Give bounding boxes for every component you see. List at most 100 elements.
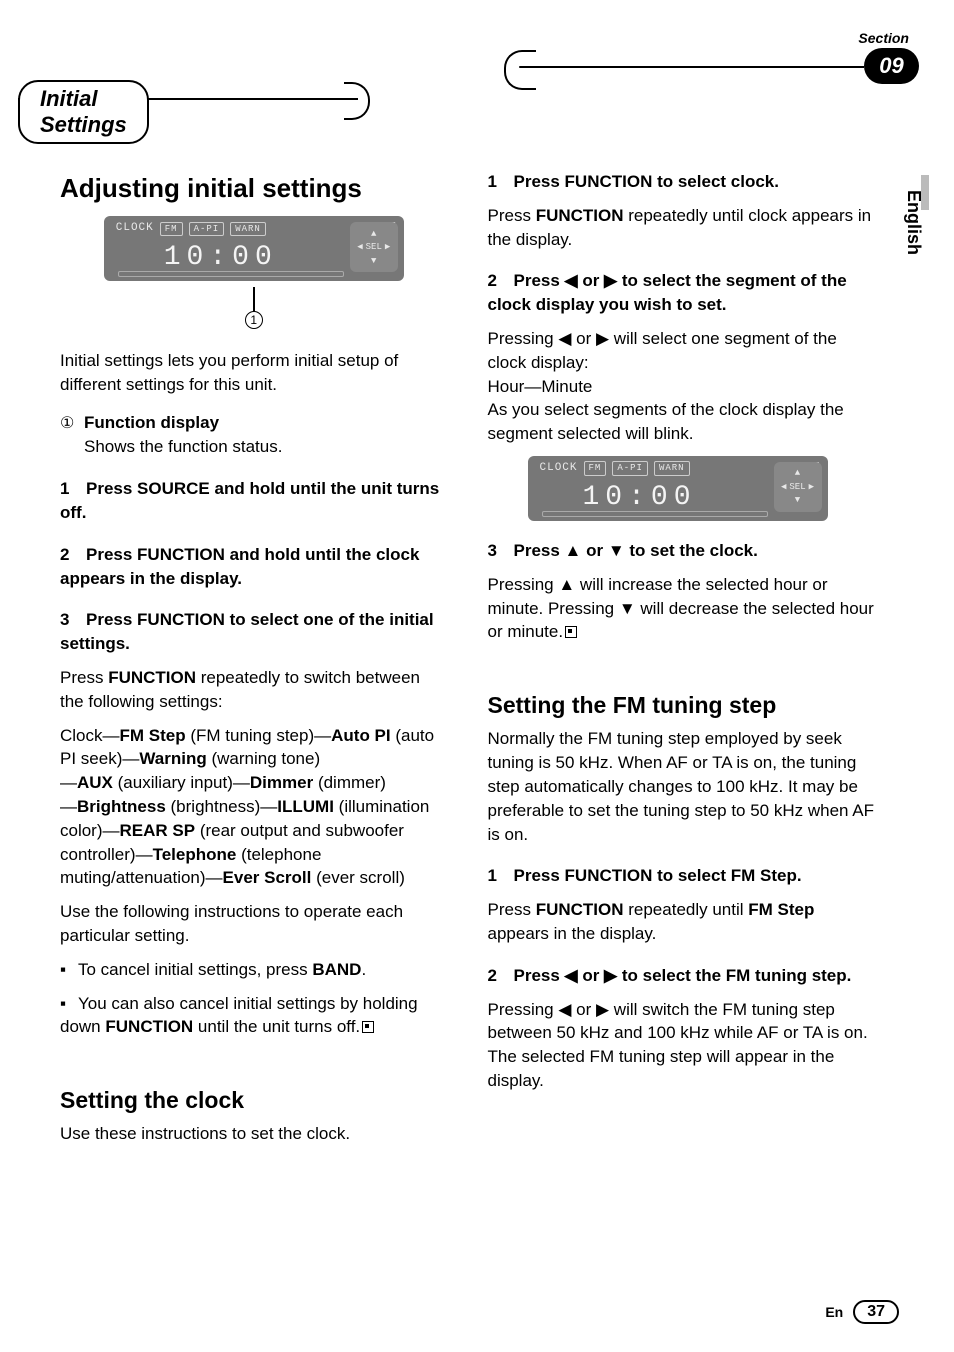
definition-1-desc: Shows the function status. <box>84 435 448 459</box>
section-number-badge: 09 <box>864 48 919 84</box>
settings-warning: Warning <box>139 749 206 768</box>
function-word: FUNCTION <box>536 206 624 225</box>
settings-text: (brightness)— <box>166 797 277 816</box>
bullet-2: ▪You can also cancel initial settings by… <box>60 992 448 1040</box>
clock-step-3: 3Press ▲ or ▼ to set the clock. <box>488 539 876 563</box>
body-text: Pressing ▲ will increase the selected ho… <box>488 575 874 642</box>
up-arrow-icon: ▲ <box>371 228 376 241</box>
clock-step-1-number: 1 <box>488 170 514 194</box>
fm-step-2-text: Press ◀ or ▶ to select the FM tuning ste… <box>514 966 852 985</box>
settings-text: (auxiliary input)— <box>113 773 250 792</box>
up-arrow-icon: ▲ <box>795 467 800 480</box>
function-word: FUNCTION <box>105 1017 193 1036</box>
definition-1-term: Function display <box>84 413 219 432</box>
settings-fmstep: FM Step <box>120 726 186 745</box>
heading-setting-fm-tuning-step: Setting the FM tuning step <box>488 689 876 721</box>
fm-icon-label: FM <box>160 222 183 237</box>
step-2: 2Press FUNCTION and hold until the clock… <box>60 543 448 591</box>
fm-step-1-number: 1 <box>488 864 514 888</box>
clock-step-1: 1Press FUNCTION to select clock. <box>488 170 876 194</box>
api-icon-label: A-PI <box>612 461 648 476</box>
fm-intro: Normally the FM tuning step employed by … <box>488 727 876 846</box>
function-word: FUNCTION <box>536 900 624 919</box>
step-3-text: Press FUNCTION to select one of the init… <box>60 610 434 653</box>
settings-autopi: Auto PI <box>331 726 391 745</box>
header-rule-right <box>519 66 864 68</box>
definition-1: ①Function display Shows the function sta… <box>60 411 448 459</box>
settings-telephone: Telephone <box>153 845 237 864</box>
right-column: 1Press FUNCTION to select clock. Press F… <box>488 170 876 1156</box>
fm-step-2-number: 2 <box>488 964 514 988</box>
settings-text: — <box>60 773 77 792</box>
step-1-number: 1 <box>60 477 86 501</box>
display-right-controls: ▲ ◀ SEL ▶ ▼ <box>774 462 822 512</box>
end-of-section-icon <box>565 626 577 638</box>
clock-step-2-segments: Hour—Minute <box>488 375 876 399</box>
clock-icon-label: CLOCK <box>116 221 154 236</box>
settings-brightness: Brightness <box>77 797 166 816</box>
section-label: Section <box>858 30 909 46</box>
body-text: appears in the display. <box>488 924 657 943</box>
clock-step-2-body: Pressing ◀ or ▶ will select one segment … <box>488 327 876 375</box>
page-footer: En 37 <box>825 1300 899 1324</box>
clock-step-3-number: 3 <box>488 539 514 563</box>
step-1: 1Press SOURCE and hold until the unit tu… <box>60 477 448 525</box>
clock-step-2-text: Press ◀ or ▶ to select the segment of th… <box>488 271 847 314</box>
settings-text: Clock— <box>60 726 120 745</box>
settings-text: (dimmer) <box>313 773 386 792</box>
language-tab: English <box>894 190 924 310</box>
step-3: 3Press FUNCTION to select one of the ini… <box>60 608 448 656</box>
down-arrow-icon: ▼ <box>795 494 800 507</box>
display-right-controls: ▲ ◀ SEL ▶ ▼ <box>350 222 398 272</box>
left-arrow-icon: ◀ <box>781 481 786 494</box>
fm-icon-label: FM <box>584 461 607 476</box>
warn-icon-label: WARN <box>654 461 690 476</box>
step-3-body-a: Press <box>60 668 108 687</box>
bullet-square-icon: ▪ <box>60 992 78 1016</box>
warn-icon-label: WARN <box>230 222 266 237</box>
fm-step-1: 1Press FUNCTION to select FM Step. <box>488 864 876 888</box>
footer-language: En <box>825 1304 843 1320</box>
function-word: FUNCTION <box>108 668 196 687</box>
fm-step-1-text: Press FUNCTION to select FM Step. <box>514 866 802 885</box>
step-3-body: Press FUNCTION repeatedly to switch betw… <box>60 666 448 714</box>
footer-page-number: 37 <box>853 1300 899 1324</box>
display-progress-bar <box>118 271 344 277</box>
definition-1-number: ① <box>60 413 84 435</box>
content-area: Adjusting initial settings CLOCK FM A-PI… <box>60 170 875 1156</box>
band-word: BAND <box>312 960 361 979</box>
step-2-number: 2 <box>60 543 86 567</box>
left-arrow-icon: ◀ <box>357 241 362 254</box>
clock-step-2: 2Press ◀ or ▶ to select the segment of t… <box>488 269 876 317</box>
display-top-icons: CLOCK FM A-PI WARN <box>116 221 266 236</box>
bullet-1: ▪To cancel initial settings, press BAND. <box>60 958 448 982</box>
callout-1-line <box>253 287 255 311</box>
display-panel-figure-1: CLOCK FM A-PI WARN F 10:00 ▲ ◀ SEL ▶ ▼ <box>104 216 404 281</box>
settings-list: Clock—FM Step (FM tuning step)—Auto PI (… <box>60 724 448 891</box>
fm-step-2-body: Pressing ◀ or ▶ will switch the FM tunin… <box>488 998 876 1093</box>
step-3-number: 3 <box>60 608 86 632</box>
body-text: repeatedly until <box>624 900 749 919</box>
step-2-text: Press FUNCTION and hold until the clock … <box>60 545 419 588</box>
fm-step-2: 2Press ◀ or ▶ to select the FM tuning st… <box>488 964 876 988</box>
end-of-section-icon <box>362 1021 374 1033</box>
clock-step-3-text: Press ▲ or ▼ to set the clock. <box>514 541 758 560</box>
settings-rearsp: REAR SP <box>120 821 196 840</box>
intro-paragraph: Initial settings lets you perform initia… <box>60 349 448 397</box>
display-panel-figure-2: CLOCK FM A-PI WARN F 10:00 ▲ ◀ SEL ▶ ▼ <box>528 456 828 521</box>
clock-intro: Use these instructions to set the clock. <box>60 1122 448 1146</box>
fm-step-1-body: Press FUNCTION repeatedly until FM Step … <box>488 898 876 946</box>
sel-label: SEL <box>789 481 805 494</box>
bullet-1-text: To cancel initial settings, press <box>78 960 312 979</box>
settings-text: (warning tone) <box>207 749 320 768</box>
settings-aux: AUX <box>77 773 113 792</box>
clock-step-2-number: 2 <box>488 269 514 293</box>
heading-setting-the-clock: Setting the clock <box>60 1084 448 1116</box>
settings-text: (ever scroll) <box>311 868 405 887</box>
display-progress-bar <box>542 511 768 517</box>
clock-step-3-body: Pressing ▲ will increase the selected ho… <box>488 573 876 644</box>
settings-illumi: ILLUMI <box>277 797 334 816</box>
clock-icon-label: CLOCK <box>540 461 578 476</box>
body-text: Press <box>488 206 536 225</box>
right-arrow-icon: ▶ <box>385 241 390 254</box>
